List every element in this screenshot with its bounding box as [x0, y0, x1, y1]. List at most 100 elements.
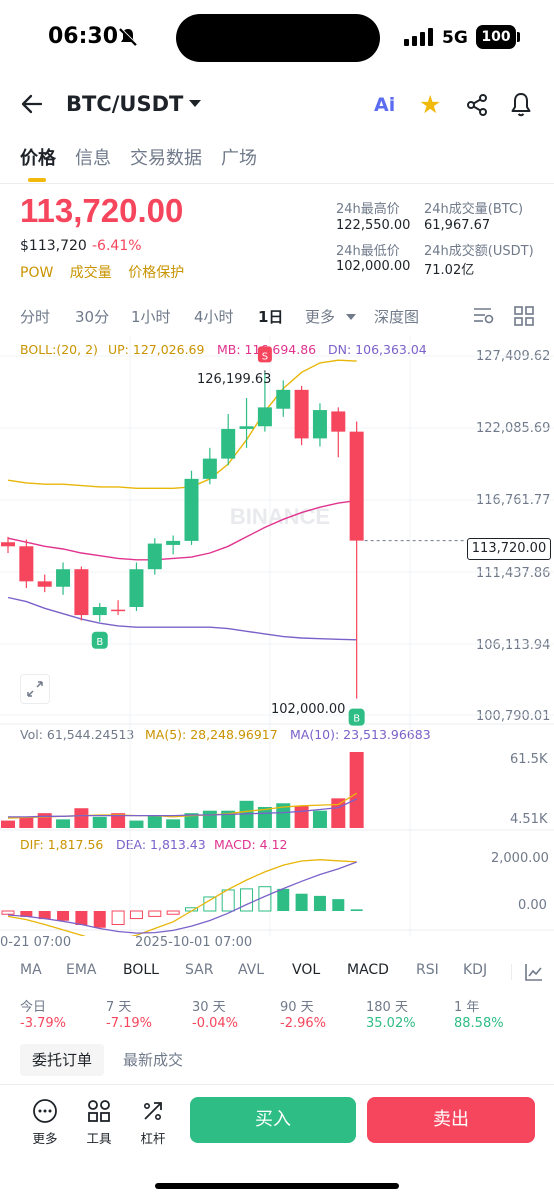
buy-marker: B [91, 631, 108, 649]
interval-more[interactable]: 更多 [305, 306, 335, 327]
indicator-sar[interactable]: SAR [185, 962, 213, 978]
divider [511, 964, 512, 980]
sell-button[interactable]: 卖出 [367, 1097, 535, 1143]
chart-settings-icon[interactable] [473, 306, 495, 330]
ai-icon[interactable]: Ai [374, 94, 395, 116]
buy-marker-label: B [96, 637, 103, 648]
order-tabs: 委托订单 最新成交 [20, 1044, 540, 1076]
back-arrow-icon[interactable] [20, 92, 44, 120]
home-indicator [155, 1183, 399, 1189]
tab-trading-data[interactable]: 交易数据 [130, 144, 202, 170]
macd-histogram-bar [75, 911, 88, 926]
interval-depth[interactable]: 深度图 [374, 306, 419, 327]
candle-body [37, 581, 52, 587]
interval-4h[interactable]: 4小时 [194, 306, 234, 327]
layout-grid-icon[interactable] [514, 306, 534, 330]
indicator-vol[interactable]: VOL [292, 962, 320, 978]
macd-histogram-bar [166, 910, 180, 915]
candle-body [147, 543, 162, 570]
pair-title[interactable]: BTC/USDT [66, 92, 183, 116]
volume-bar [19, 816, 34, 828]
more-caret-icon[interactable] [346, 314, 356, 320]
buy-marker: B [348, 708, 365, 726]
perf-label: 今日 [20, 1000, 47, 1015]
leverage-button[interactable]: 杠杆 [133, 1098, 173, 1146]
more-label: 更多 [32, 1131, 58, 1146]
perf-value: -3.79% [20, 1016, 66, 1031]
macd-histogram-bar [332, 899, 345, 911]
price-change: -6.41% [92, 238, 142, 254]
kline-chart[interactable]: BINANCE S B B [0, 336, 554, 936]
macd-histogram-bar [93, 911, 106, 928]
candle-body [202, 458, 217, 479]
candle-body [257, 407, 272, 427]
low-value: 102,000.00 [336, 259, 411, 274]
more-icon [32, 1099, 58, 1128]
high-value: 122,550.00 [336, 218, 411, 233]
interval-bar: 分时 30分 1小时 4小时 1日 更多 深度图 [0, 306, 554, 330]
tab-square[interactable]: 广场 [221, 144, 257, 170]
tag-price-protection[interactable]: 价格保护 [128, 265, 184, 281]
indicator-chart-icon[interactable] [524, 962, 544, 986]
volume-bar [312, 810, 327, 828]
perf-value: 35.02% [366, 1016, 416, 1031]
high-marker-label: 126,199.63 [197, 372, 272, 387]
fullscreen-icon[interactable] [20, 674, 50, 704]
macd-histogram-bar [221, 889, 235, 912]
tools-button[interactable]: 工具 [79, 1098, 119, 1146]
watermark: BINANCE [230, 504, 330, 529]
indicator-macd[interactable]: MACD [347, 962, 389, 978]
candle-body [221, 428, 236, 459]
macd-histogram-bar [111, 910, 125, 925]
candle-body [184, 478, 199, 541]
interval-1d[interactable]: 1日 [258, 306, 283, 327]
more-button[interactable]: 更多 [25, 1098, 65, 1146]
candle-body [92, 606, 107, 616]
macd-histogram-bar [313, 895, 326, 911]
interval-1h[interactable]: 1小时 [131, 306, 171, 327]
notification-bell-icon[interactable] [509, 92, 533, 122]
macd-histogram-bar [350, 909, 363, 911]
indicator-ema[interactable]: EMA [66, 962, 97, 978]
time-axis-label: 0-21 07:00 [0, 935, 72, 950]
indicator-avl[interactable]: AVL [238, 962, 264, 978]
perf-value: 88.58% [454, 1016, 504, 1031]
volume-bar [1, 820, 15, 828]
macd-histogram-bar [240, 888, 254, 912]
perf-value: -2.96% [280, 1016, 326, 1031]
indicator-kdj[interactable]: KDJ [463, 962, 487, 978]
macd-histogram-bar [277, 888, 290, 911]
perf-label: 1 年 [454, 1000, 480, 1015]
tab-open-orders[interactable]: 委托订单 [20, 1044, 104, 1076]
indicator-rsi[interactable]: RSI [416, 962, 439, 978]
current-price-tag: 113,720.00 [467, 538, 551, 560]
usd-price: $113,720 [20, 238, 87, 254]
favorite-star-icon[interactable]: ★ [419, 90, 441, 119]
battery-tip [517, 32, 520, 42]
tab-info[interactable]: 信息 [75, 144, 111, 170]
pair-dropdown-icon[interactable] [189, 100, 201, 107]
tag-row: POW 成交量 价格保护 [20, 262, 196, 282]
tab-latest-trades[interactable]: 最新成交 [123, 1044, 183, 1076]
indicator-boll[interactable]: BOLL [123, 962, 159, 978]
macd-histogram-bar [295, 893, 308, 911]
time-axis-label: 2025-10-01 07:00 [135, 935, 253, 950]
vol-usdt-label: 24h成交额(USDT) [424, 244, 534, 259]
macd-histogram-bar [148, 910, 162, 917]
perf-label: 90 天 [280, 1000, 314, 1015]
interval-30m[interactable]: 30分 [75, 306, 109, 327]
interval-time[interactable]: 分时 [20, 306, 50, 327]
tag-pow[interactable]: POW [20, 265, 53, 281]
low-marker-label: 102,000.00 [271, 702, 346, 717]
macd-histogram-bar [57, 911, 70, 921]
macd-histogram-bar [203, 896, 217, 912]
active-tab-indicator [28, 178, 46, 182]
volume-bar [92, 816, 107, 828]
perf-label: 180 天 [366, 1000, 408, 1015]
share-icon[interactable] [465, 93, 489, 121]
indicator-ma[interactable]: MA [20, 962, 42, 978]
tab-price[interactable]: 价格 [20, 144, 56, 170]
tag-volume[interactable]: 成交量 [70, 265, 112, 281]
leverage-label: 杠杆 [140, 1131, 166, 1146]
buy-button[interactable]: 买入 [190, 1097, 356, 1143]
